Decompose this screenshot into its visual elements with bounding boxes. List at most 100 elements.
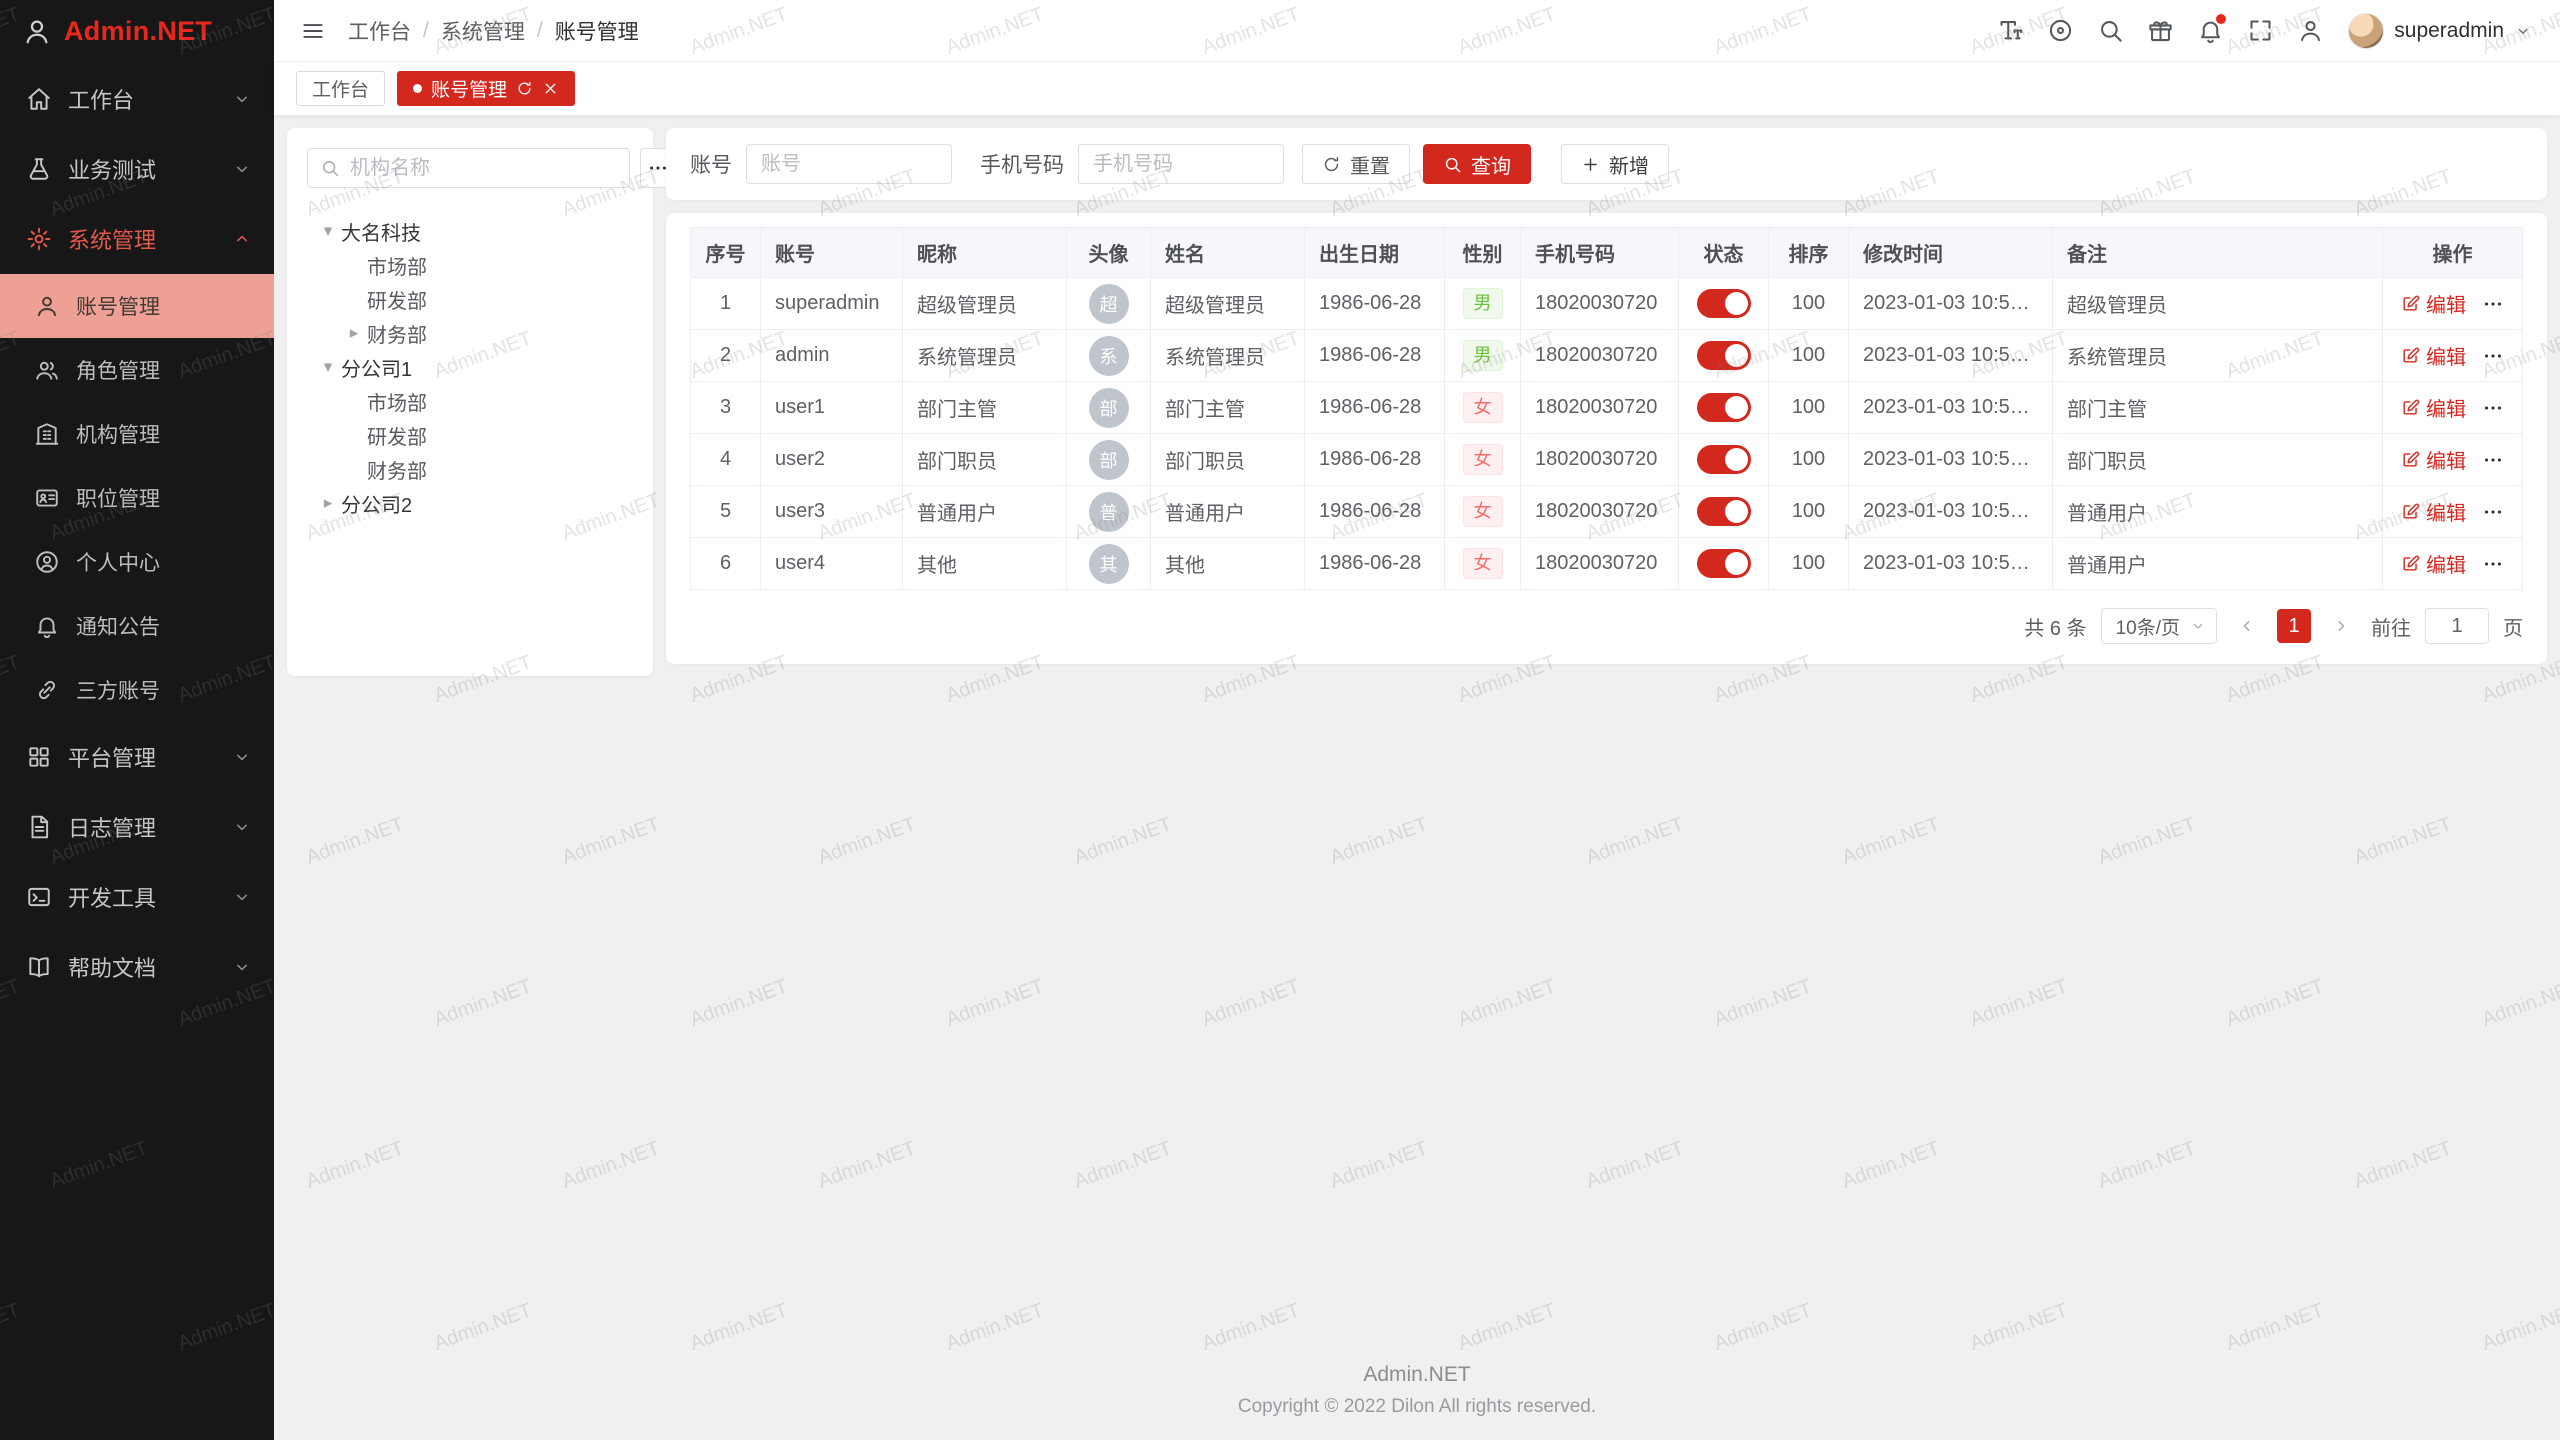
breadcrumb-item[interactable]: 系统管理 <box>441 16 525 46</box>
sidebar-item-account-management[interactable]: 账号管理 <box>0 274 274 338</box>
footer: Admin.NET Copyright © 2022 Dilon All rig… <box>274 1363 2560 1440</box>
reset-button[interactable]: 重置 <box>1302 144 1410 184</box>
edit-button[interactable]: 编辑 <box>2401 393 2466 422</box>
account-filter-input[interactable] <box>746 144 952 184</box>
row-more-button[interactable] <box>2482 397 2504 419</box>
notification-bell-button[interactable] <box>2188 9 2232 53</box>
locale-button[interactable] <box>2038 9 2082 53</box>
page-size-select[interactable]: 10条/页 <box>2101 608 2217 644</box>
row-more-button[interactable] <box>2482 449 2504 471</box>
log-icon <box>26 814 52 840</box>
edit-icon <box>2401 398 2420 417</box>
brand-logo[interactable]: Admin.NET <box>0 0 274 62</box>
status-toggle[interactable] <box>1697 497 1751 526</box>
cell-remark: 部门主管 <box>2053 382 2383 434</box>
tab-account-management[interactable]: 账号管理 <box>397 71 575 106</box>
tree-node-market-dept-2[interactable]: 市场部 <box>307 384 633 418</box>
edit-button[interactable]: 编辑 <box>2401 341 2466 370</box>
page-button-1[interactable]: 1 <box>2277 609 2311 643</box>
user-menu[interactable]: superadmin <box>2348 13 2532 49</box>
status-toggle[interactable] <box>1697 393 1751 422</box>
status-toggle[interactable] <box>1697 445 1751 474</box>
breadcrumb-item[interactable]: 账号管理 <box>555 16 639 46</box>
ellipsis-icon <box>2482 501 2504 523</box>
breadcrumb-separator: / <box>537 19 543 43</box>
next-page-button[interactable] <box>2325 610 2357 642</box>
search-button[interactable] <box>2088 9 2132 53</box>
row-more-button[interactable] <box>2482 501 2504 523</box>
breadcrumb-item[interactable]: 工作台 <box>348 16 411 46</box>
sidebar-item-position-management[interactable]: 职位管理 <box>0 466 274 530</box>
tree-node-label: 大名科技 <box>341 217 421 246</box>
sidebar-item-workbench[interactable]: 工作台 <box>0 64 274 134</box>
column-header: 备注 <box>2053 228 2383 278</box>
tab-close-icon[interactable] <box>542 80 559 97</box>
org-search-input[interactable] <box>348 156 617 181</box>
total-count: 共 6 条 <box>2024 612 2086 641</box>
tree-node-daming-tech[interactable]: ▾大名科技 <box>307 214 633 248</box>
add-button[interactable]: 新增 <box>1561 144 1669 184</box>
tree-caret-expanded-icon[interactable]: ▾ <box>315 221 341 241</box>
tree-node-finance-dept-1[interactable]: ▸财务部 <box>307 316 633 350</box>
tree-node-rd-dept-2[interactable]: 研发部 <box>307 418 633 452</box>
sidebar-item-org-management[interactable]: 机构管理 <box>0 402 274 466</box>
prev-page-button[interactable] <box>2231 610 2263 642</box>
cell-actions: 编辑 <box>2383 278 2523 330</box>
gender-tag: 女 <box>1463 496 1503 527</box>
goto-page-input[interactable] <box>2425 608 2489 644</box>
status-toggle[interactable] <box>1697 289 1751 318</box>
sidebar-item-business-test[interactable]: 业务测试 <box>0 134 274 204</box>
tree-node-rd-dept-1[interactable]: 研发部 <box>307 282 633 316</box>
row-more-button[interactable] <box>2482 553 2504 575</box>
hamburger-menu-icon[interactable] <box>300 18 326 44</box>
search-icon <box>2097 17 2124 44</box>
tree-caret-collapsed-icon[interactable]: ▸ <box>341 323 367 343</box>
column-header: 状态 <box>1679 228 1769 278</box>
table-header: 序号账号昵称头像姓名出生日期性别手机号码状态排序修改时间备注操作 <box>691 228 2523 278</box>
edit-button[interactable]: 编辑 <box>2401 289 2466 318</box>
cell-birthdate: 1986-06-28 <box>1305 330 1445 382</box>
position-icon <box>34 485 60 511</box>
theme-button[interactable] <box>2138 9 2182 53</box>
cell-account: admin <box>761 330 903 382</box>
sidebar-item-personal-center[interactable]: 个人中心 <box>0 530 274 594</box>
cell-phone: 18020030720 <box>1521 278 1679 330</box>
row-more-button[interactable] <box>2482 345 2504 367</box>
goto-label: 前往 <box>2371 612 2411 641</box>
sidebar-item-platform-management[interactable]: 平台管理 <box>0 722 274 792</box>
username: superadmin <box>2394 19 2504 43</box>
sidebar-item-log-management[interactable]: 日志管理 <box>0 792 274 862</box>
tree-caret-collapsed-icon[interactable]: ▸ <box>315 493 341 513</box>
sidebar-item-dev-tools[interactable]: 开发工具 <box>0 862 274 932</box>
status-toggle[interactable] <box>1697 549 1751 578</box>
phone-filter-input[interactable] <box>1078 144 1284 184</box>
sidebar-item-notice[interactable]: 通知公告 <box>0 594 274 658</box>
topbar: 工作台/系统管理/账号管理 superadmin <box>274 0 2560 62</box>
tree-node-label: 分公司1 <box>341 353 412 382</box>
content: ▾大名科技市场部研发部▸财务部▾分公司1市场部研发部财务部▸分公司2 账号 手机… <box>274 115 2560 689</box>
edit-button[interactable]: 编辑 <box>2401 445 2466 474</box>
user-settings-button[interactable] <box>2288 9 2332 53</box>
tree-node-finance-dept-2[interactable]: 财务部 <box>307 452 633 486</box>
sidebar-item-system-management[interactable]: 系统管理 <box>0 204 274 274</box>
edit-button[interactable]: 编辑 <box>2401 549 2466 578</box>
cell-phone: 18020030720 <box>1521 434 1679 486</box>
tree-node-branch-1[interactable]: ▾分公司1 <box>307 350 633 384</box>
ellipsis-icon <box>2482 293 2504 315</box>
status-toggle[interactable] <box>1697 341 1751 370</box>
query-button[interactable]: 查询 <box>1423 144 1531 184</box>
edit-button[interactable]: 编辑 <box>2401 497 2466 526</box>
sidebar-item-help-docs[interactable]: 帮助文档 <box>0 932 274 1002</box>
cell-birthdate: 1986-06-28 <box>1305 434 1445 486</box>
font-size-button[interactable] <box>1988 9 2032 53</box>
tab-workbench[interactable]: 工作台 <box>296 71 385 106</box>
sidebar-item-third-party-account[interactable]: 三方账号 <box>0 658 274 722</box>
tab-refresh-icon[interactable] <box>516 80 533 97</box>
tree-node-market-dept-1[interactable]: 市场部 <box>307 248 633 282</box>
fullscreen-button[interactable] <box>2238 9 2282 53</box>
row-more-button[interactable] <box>2482 293 2504 315</box>
search-icon <box>1443 155 1462 174</box>
tree-caret-expanded-icon[interactable]: ▾ <box>315 357 341 377</box>
tree-node-branch-2[interactable]: ▸分公司2 <box>307 486 633 520</box>
sidebar-item-role-management[interactable]: 角色管理 <box>0 338 274 402</box>
